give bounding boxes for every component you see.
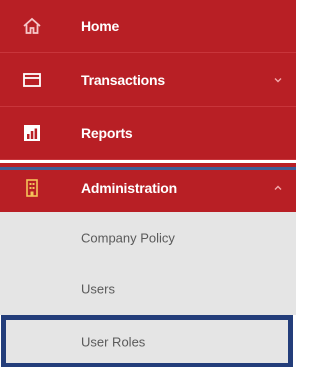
submenu-item-label: Company Policy <box>81 230 175 245</box>
sidebar-item-label: Transactions <box>81 71 165 88</box>
sidebar-item-transactions[interactable]: Transactions <box>0 53 296 107</box>
chevron-up-icon <box>274 185 282 190</box>
building-icon <box>26 178 38 197</box>
chart-icon <box>24 125 40 141</box>
submenu-item-company-policy[interactable]: Company Policy <box>0 212 296 263</box>
sidebar-item-label: Home <box>81 18 120 34</box>
submenu-item-label: User Roles <box>81 334 146 349</box>
chevron-down-icon <box>274 77 282 82</box>
home-icon <box>23 17 41 34</box>
section-divider <box>0 167 296 170</box>
sidebar-submenu: Company Policy Users User Roles <box>0 212 296 367</box>
submenu-item-user-roles[interactable]: User Roles <box>1 315 293 367</box>
card-icon <box>23 72 41 87</box>
submenu-item-label: Users <box>81 281 115 297</box>
sidebar-item-reports[interactable]: Reports <box>0 107 296 160</box>
submenu-item-users[interactable]: Users <box>0 263 296 315</box>
sidebar-item-label: Administration <box>81 179 177 196</box>
sidebar-item-administration[interactable]: Administration <box>0 163 296 213</box>
sidebar-item-label: Reports <box>81 125 133 141</box>
sidebar-item-home[interactable]: Home <box>0 0 296 53</box>
sidebar-nav: Home Transactions Reports Administration <box>0 0 296 213</box>
